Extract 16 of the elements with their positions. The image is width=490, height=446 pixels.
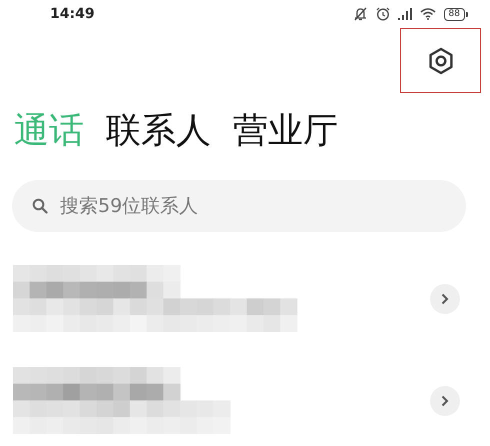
settings-button[interactable]: [400, 28, 481, 93]
wifi-icon: [420, 8, 436, 20]
status-time: 14:49: [50, 6, 95, 22]
chevron-icon: [441, 292, 449, 304]
chevron-button[interactable]: [430, 386, 460, 416]
battery-level: 88: [444, 8, 465, 20]
settings-icon: [428, 46, 454, 74]
chevron-button[interactable]: [430, 284, 460, 314]
alarm-icon: [376, 7, 390, 21]
search-icon: [32, 198, 48, 214]
tab[interactable]: 联系人: [106, 108, 211, 154]
signal-icon: [398, 8, 412, 20]
chevron-icon: [441, 394, 449, 406]
mute-bell-icon: [352, 7, 368, 21]
tab[interactable]: 营业厅: [233, 108, 338, 154]
search-field[interactable]: 搜索59位联系人: [12, 180, 466, 232]
